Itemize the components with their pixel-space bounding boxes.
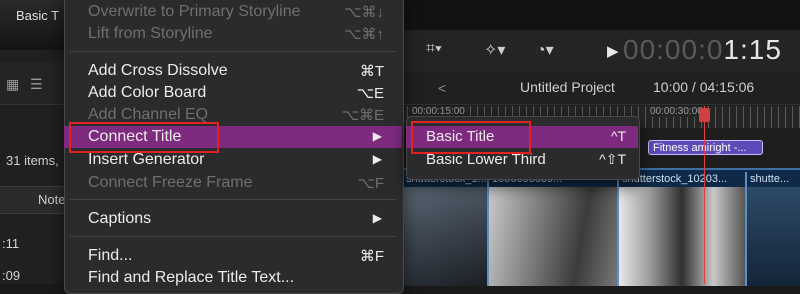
clip-thumbnail xyxy=(619,187,745,286)
submenu-arrow-icon: ▶ xyxy=(372,211,382,225)
filter-icon[interactable]: ▦ xyxy=(6,76,19,93)
submenu-item-shortcut: ^T xyxy=(610,128,626,144)
row-duration: :09 xyxy=(2,268,21,283)
menu-item-shortcut: ⌥E xyxy=(356,85,384,102)
menu-separator xyxy=(70,236,396,237)
playhead-handle[interactable] xyxy=(699,108,710,122)
menu-item-label: Insert Generator xyxy=(88,151,205,168)
browser-toolbar: ▦ ☰ xyxy=(0,62,65,105)
menu-separator xyxy=(70,199,396,200)
video-clip[interactable]: shutterstock_10203... xyxy=(619,172,747,286)
effects-wand-icon[interactable]: ✧▾ xyxy=(484,40,505,60)
video-clip[interactable]: 1056095539... xyxy=(489,172,619,286)
thumbnail-label: Basic T xyxy=(16,8,60,23)
menu-item-shortcut: ⌘T xyxy=(359,63,384,80)
menu-item-label: Add Cross Dissolve xyxy=(88,62,228,79)
video-clip[interactable]: shutterstock_1... xyxy=(403,172,489,286)
menu-item-captions[interactable]: Captions ▶ xyxy=(64,208,402,230)
menu-item-label: Captions xyxy=(88,210,152,227)
menu-item-connect-freeze-frame[interactable]: Connect Freeze Frame ⌥F xyxy=(64,172,402,194)
menu-item-shortcut: ⌥⌘↑ xyxy=(344,26,384,43)
viewer xyxy=(400,0,800,30)
video-clip[interactable]: shutte... xyxy=(747,172,800,286)
title-clip[interactable]: Fitness amiright -... xyxy=(648,140,763,155)
timecode-bright: 1:15 xyxy=(723,34,782,65)
crop-icon[interactable]: ⌗▾ xyxy=(426,40,442,58)
menu-item-overwrite-primary-storyline[interactable]: Overwrite to Primary Storyline ⌥⌘↓ xyxy=(64,1,402,23)
play-icon[interactable]: ▶ xyxy=(607,42,619,60)
annotation-box-basic-title xyxy=(411,121,531,154)
submenu-arrow-icon: ▶ xyxy=(372,152,382,166)
menu-item-shortcut: ⌥⌘E xyxy=(341,107,384,124)
annotation-box-connect-title xyxy=(69,122,219,153)
menu-item-label: Overwrite to Primary Storyline xyxy=(88,3,301,20)
submenu-arrow-icon: ▶ xyxy=(372,129,382,143)
menu-item-shortcut: ⌘F xyxy=(359,248,384,265)
project-name: Untitled Project xyxy=(520,79,615,95)
column-header-note: Note xyxy=(38,192,66,207)
timecode-dim: 00:00:0 xyxy=(623,34,724,65)
timecode-display: 00:00:01:15 xyxy=(623,34,782,66)
clip-thumbnail xyxy=(403,187,487,286)
menu-item-label: Add Color Board xyxy=(88,84,207,101)
menu-item-shortcut: ⌥F xyxy=(357,175,384,192)
items-count: 31 items, xyxy=(6,153,59,168)
menu-item-label: Connect Freeze Frame xyxy=(88,174,253,191)
menu-item-lift-from-storyline[interactable]: Lift from Storyline ⌥⌘↑ xyxy=(64,23,402,45)
project-duration: 10:00 / 04:15:06 xyxy=(653,79,755,95)
back-arrow-icon[interactable]: < xyxy=(438,80,446,96)
menu-item-add-cross-dissolve[interactable]: Add Cross Dissolve ⌘T xyxy=(64,60,402,82)
menu-item-label: Lift from Storyline xyxy=(88,25,213,42)
clip-thumbnail xyxy=(747,187,800,286)
column-header[interactable]: Note xyxy=(0,186,65,214)
retime-speed-icon[interactable]: ◔▾ xyxy=(536,40,554,60)
clip-name: shutte... xyxy=(750,173,790,185)
menu-item-label: Find... xyxy=(88,247,133,264)
row-duration: :11 xyxy=(2,236,20,251)
submenu-item-shortcut: ^⇧T xyxy=(599,151,626,167)
menu-item-find[interactable]: Find... ⌘F xyxy=(64,245,402,267)
menu-item-find-and-replace-title-text[interactable]: Find and Replace Title Text... xyxy=(64,267,402,289)
menu-item-shortcut: ⌥⌘↓ xyxy=(344,4,384,21)
menu-separator xyxy=(70,51,396,52)
display-options-icon[interactable]: ☰ xyxy=(30,76,43,93)
menu-item-add-color-board[interactable]: Add Color Board ⌥E xyxy=(64,82,402,104)
primary-storyline: shutterstock_1... 1056095539... shutters… xyxy=(403,168,800,286)
ruler-label: 00:00:30:00 xyxy=(648,106,705,117)
playhead[interactable] xyxy=(704,106,705,284)
menu-item-label: Find and Replace Title Text... xyxy=(88,269,295,286)
clip-thumbnail xyxy=(489,187,617,286)
